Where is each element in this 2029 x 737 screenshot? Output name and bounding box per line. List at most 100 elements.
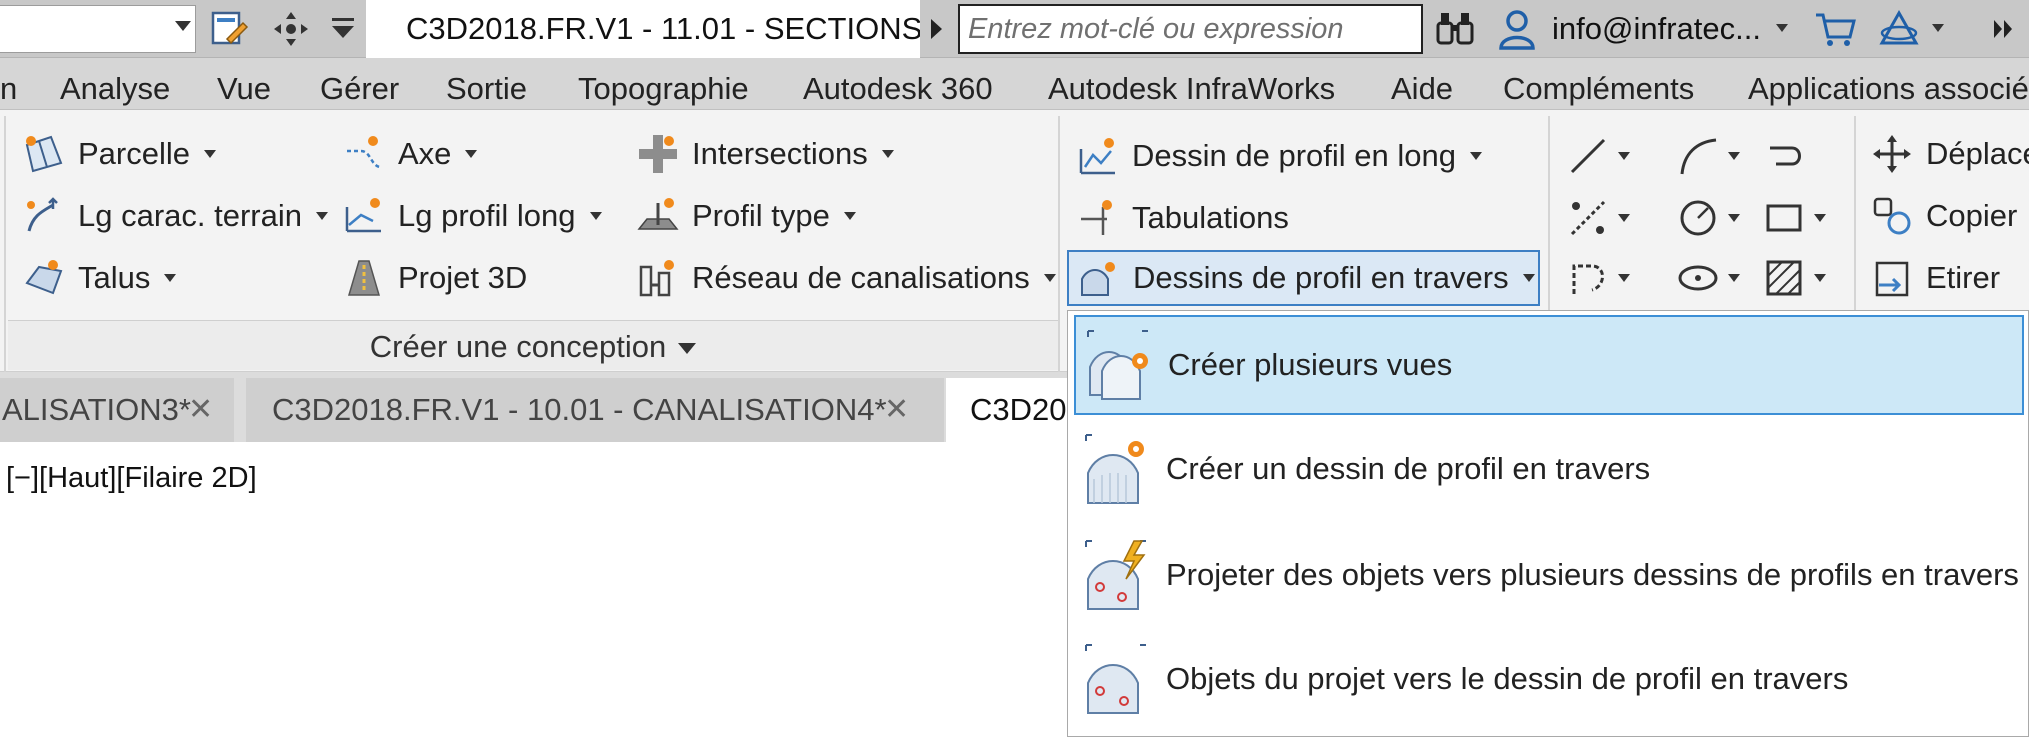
binoculars-icon[interactable] [1432, 6, 1478, 52]
workspace-combo[interactable] [0, 5, 196, 53]
talus-button[interactable]: Talus [22, 250, 177, 306]
offset-tool[interactable] [1566, 190, 1656, 246]
chevron-down-icon[interactable] [881, 150, 894, 158]
circle-tool[interactable] [1676, 190, 1766, 246]
menu-item-aide[interactable]: Aide [1391, 58, 1453, 110]
dropdown-item-creer-dessin-profil[interactable]: Créer un dessin de profil en travers [1074, 419, 2024, 519]
viewport-controls[interactable]: [−][Haut][Filaire 2D] [6, 462, 257, 495]
cart-icon[interactable] [1812, 6, 1858, 52]
corridor-to-section-icon [1085, 644, 1146, 714]
arc-tool[interactable] [1676, 128, 1766, 184]
close-icon[interactable]: ✕ [884, 378, 909, 442]
tabulations-button[interactable]: Tabulations [1076, 190, 1289, 246]
lg-profil-long-button[interactable]: Lg profil long [342, 188, 602, 244]
parcelle-button[interactable]: Parcelle [22, 126, 216, 182]
menu-item-autodesk-360[interactable]: Autodesk 360 [803, 58, 993, 110]
chevron-down-icon[interactable] [1618, 152, 1630, 160]
dessins-profil-travers-button[interactable]: Dessins de profil en travers [1067, 250, 1540, 306]
arc-icon [1680, 138, 1717, 175]
chevron-down-icon[interactable] [1728, 274, 1740, 282]
profil-type-button[interactable]: Profil type [636, 188, 856, 244]
a360-caret-icon[interactable] [1932, 24, 1944, 32]
menu-item-topographie[interactable]: Topographie [578, 58, 749, 110]
chevron-down-icon[interactable] [1618, 274, 1630, 282]
hatch-tool[interactable] [1762, 250, 1852, 306]
alignment-icon [342, 132, 386, 176]
chevron-down-icon[interactable] [465, 150, 478, 158]
chevron-down-icon[interactable] [1469, 152, 1482, 160]
copier-button[interactable]: Copier [1870, 188, 2017, 244]
user-menu-caret-icon[interactable] [1776, 24, 1788, 32]
a360-icon[interactable] [1876, 6, 1922, 52]
ellipse-tool[interactable] [1676, 250, 1766, 306]
sample-lines-icon [1076, 196, 1120, 240]
chevron-down-icon[interactable] [678, 343, 697, 355]
customize-icon[interactable] [320, 6, 366, 52]
drawing-canvas[interactable]: [−][Haut][Filaire 2D] [0, 442, 1070, 737]
section-views-dropdown: Créer plusieurs vues Créer un dessin de … [1067, 310, 2029, 737]
multiple-section-views-icon [1087, 330, 1148, 400]
corridor-icon [342, 256, 386, 300]
chevron-down-icon[interactable] [1618, 214, 1630, 222]
menu-item-gerer[interactable]: Gérer [320, 58, 399, 110]
reseau-canalisations-button[interactable]: Réseau de canalisations [636, 250, 1056, 306]
parcelle-label: Parcelle [78, 136, 190, 171]
stretch-icon [1870, 256, 1914, 300]
spline-tool[interactable] [1566, 250, 1656, 306]
pan-icon[interactable] [268, 6, 314, 52]
dropdown-item-label: Créer plusieurs vues [1168, 347, 1453, 382]
chevron-down-icon[interactable] [164, 274, 177, 282]
chevron-down-icon[interactable] [1728, 214, 1740, 222]
etirer-button[interactable]: Etirer [1870, 250, 2000, 306]
chevron-down-icon[interactable] [175, 21, 191, 31]
workspace-icon[interactable] [206, 6, 252, 52]
chevron-down-icon[interactable] [1814, 274, 1826, 282]
lg-profil-long-label: Lg profil long [398, 198, 576, 233]
chevron-down-icon[interactable] [589, 212, 602, 220]
menu-item-partial[interactable]: n [0, 58, 17, 110]
user-icon[interactable] [1494, 6, 1540, 52]
menu-item-applications[interactable]: Applications associée [1748, 58, 2029, 110]
menu-item-analyse[interactable]: Analyse [60, 58, 170, 110]
dropdown-item-projeter-objets[interactable]: Projeter des objets vers plusieurs dessi… [1074, 525, 2024, 625]
offset-icon [1570, 200, 1606, 236]
polyline-tool[interactable] [1762, 128, 1852, 184]
menu-item-vue[interactable]: Vue [217, 58, 271, 110]
overflow-icon[interactable] [1980, 6, 2026, 52]
dessin-profil-long-button[interactable]: Dessin de profil en long [1076, 128, 1482, 184]
line-tool[interactable] [1566, 128, 1656, 184]
chevron-down-icon[interactable] [1043, 274, 1056, 282]
dropdown-item-creer-plusieurs-vues[interactable]: Créer plusieurs vues [1074, 315, 2024, 415]
intersection-icon [636, 132, 680, 176]
menu-item-autodesk-infraworks[interactable]: Autodesk InfraWorks [1048, 58, 1335, 110]
close-icon[interactable]: ✕ [188, 378, 213, 442]
title-bar: C3D2018.FR.V1 - 11.01 - SECTIONS... Entr… [0, 0, 2029, 58]
chevron-down-icon[interactable] [1814, 214, 1826, 222]
tab-canalisation3[interactable]: ALISATION3* ✕ [0, 378, 234, 442]
dropdown-item-label: Objets du projet vers le dessin de profi… [1166, 661, 1849, 696]
tab-active-document[interactable]: C3D20 [946, 378, 1070, 442]
expand-title-icon[interactable] [931, 19, 942, 39]
rectangle-tool[interactable] [1762, 190, 1852, 246]
axe-button[interactable]: Axe [342, 126, 478, 182]
menu-item-sortie[interactable]: Sortie [446, 58, 527, 110]
user-name[interactable]: info@infratec... [1552, 0, 1761, 58]
deplacer-button[interactable]: Déplace [1870, 126, 2029, 182]
panel-title-creer-conception[interactable]: Créer une conception [8, 320, 1058, 370]
chevron-down-icon[interactable] [1728, 152, 1740, 160]
talus-label: Talus [78, 260, 151, 295]
circle-icon [1680, 200, 1716, 236]
chevron-down-icon[interactable] [204, 150, 216, 158]
chevron-down-icon[interactable] [1522, 274, 1535, 282]
dropdown-item-objets-projet[interactable]: Objets du projet vers le dessin de profi… [1074, 629, 2024, 729]
chevron-down-icon[interactable] [843, 212, 856, 220]
search-input[interactable]: Entrez mot-clé ou expression [958, 4, 1423, 54]
tab-canalisation4[interactable]: C3D2018.FR.V1 - 10.01 - CANALISATION4* ✕ [246, 378, 944, 442]
lg-carac-terrain-button[interactable]: Lg carac. terrain [22, 188, 328, 244]
chevron-down-icon[interactable] [316, 212, 328, 220]
menu-item-complements[interactable]: Compléments [1503, 58, 1694, 110]
projet-3d-button[interactable]: Projet 3D [342, 250, 527, 306]
tab-label: C3D2018.FR.V1 - 10.01 - CANALISATION4* [272, 392, 887, 427]
spline-icon [1572, 264, 1604, 294]
intersections-button[interactable]: Intersections [636, 126, 894, 182]
